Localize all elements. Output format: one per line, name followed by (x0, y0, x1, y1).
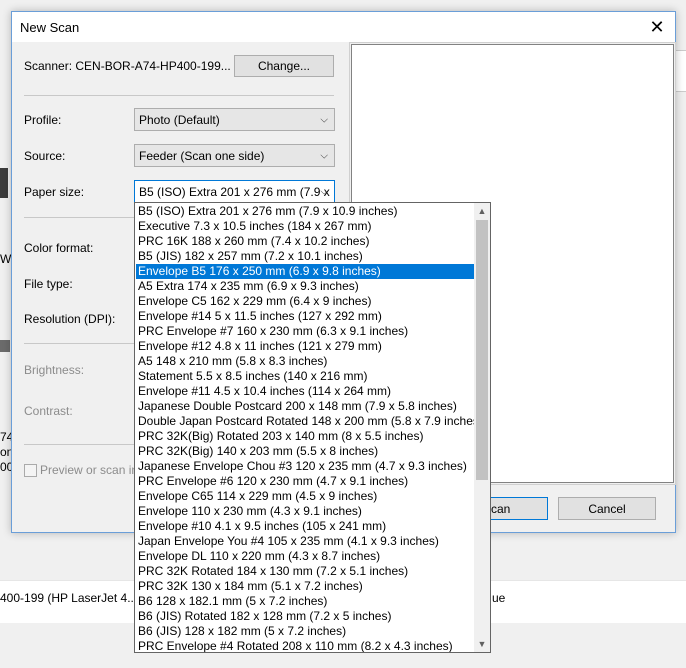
paper-size-option[interactable]: Statement 5.5 x 8.5 inches (140 x 216 mm… (136, 369, 474, 384)
divider (24, 95, 334, 96)
paper-size-option[interactable]: Envelope C65 114 x 229 mm (4.5 x 9 inche… (136, 489, 474, 504)
change-scanner-button[interactable]: Change... (234, 55, 334, 77)
paper-size-option[interactable]: PRC Envelope #4 Rotated 208 x 110 mm (8.… (136, 639, 474, 652)
paper-size-option[interactable]: B6 (JIS) Rotated 182 x 128 mm (7.2 x 5 i… (136, 609, 474, 624)
paper-size-option[interactable]: B5 (ISO) Extra 201 x 276 mm (7.9 x 10.9 … (136, 204, 474, 219)
paper-size-option[interactable]: B6 128 x 182.1 mm (5 x 7.2 inches) (136, 594, 474, 609)
source-value: Feeder (Scan one side) (139, 148, 265, 163)
preview-checkbox[interactable] (24, 464, 37, 477)
paper-size-option[interactable]: B6 (JIS) 128 x 182 mm (5 x 7.2 inches) (136, 624, 474, 639)
scrollbar-thumb[interactable] (476, 220, 488, 480)
close-button[interactable]: ✕ (639, 12, 675, 42)
paper-size-option[interactable]: Envelope C5 162 x 229 mm (6.4 x 9 inches… (136, 294, 474, 309)
paper-size-option[interactable]: PRC 32K Rotated 184 x 130 mm (7.2 x 5.1 … (136, 564, 474, 579)
paper-size-option[interactable]: PRC 32K(Big) Rotated 203 x 140 mm (8 x 5… (136, 429, 474, 444)
source-select[interactable]: Feeder (Scan one side) ⌵ (134, 144, 335, 167)
chevron-down-icon: ⌵ (320, 186, 328, 197)
scroll-down-button[interactable]: ▼ (474, 636, 490, 652)
paper-size-option[interactable]: Japanese Double Postcard 200 x 148 mm (7… (136, 399, 474, 414)
scanner-icon (0, 168, 8, 198)
dialog-titlebar[interactable]: New Scan ✕ (12, 12, 675, 42)
divider (24, 217, 134, 218)
profile-select[interactable]: Photo (Default) ⌵ (134, 108, 335, 131)
contrast-label: Contrast: (24, 404, 73, 418)
scanner-label: Scanner: CEN-BOR-A74-HP400-199... (24, 59, 231, 73)
paper-size-option[interactable]: Envelope #11 4.5 x 10.4 inches (114 x 26… (136, 384, 474, 399)
paper-size-option[interactable]: A5 148 x 210 mm (5.8 x 8.3 inches) (136, 354, 474, 369)
background-status-text: 400-199 (HP LaserJet 4... (0, 591, 138, 605)
paper-size-label: Paper size: (24, 185, 85, 199)
paper-size-dropdown-list[interactable]: B5 (ISO) Extra 201 x 276 mm (7.9 x 10.9 … (134, 202, 491, 653)
paper-size-option[interactable]: A5 Extra 174 x 235 mm (6.9 x 9.3 inches) (136, 279, 474, 294)
chevron-down-icon: ⌵ (320, 150, 328, 161)
source-label: Source: (24, 149, 66, 163)
paper-size-option[interactable]: Envelope #14 5 x 11.5 inches (127 x 292 … (136, 309, 474, 324)
paper-size-option[interactable]: PRC 32K 130 x 184 mm (5.1 x 7.2 inches) (136, 579, 474, 594)
paper-size-option[interactable]: B5 (JIS) 182 x 257 mm (7.2 x 10.1 inches… (136, 249, 474, 264)
paper-size-option-selected[interactable]: Envelope B5 176 x 250 mm (6.9 x 9.8 inch… (136, 264, 474, 279)
paper-size-option[interactable]: Envelope #10 4.1 x 9.5 inches (105 x 241… (136, 519, 474, 534)
paper-size-option[interactable]: Japan Envelope You #4 105 x 235 mm (4.1 … (136, 534, 474, 549)
paper-size-option[interactable]: Envelope DL 110 x 220 mm (4.3 x 8.7 inch… (136, 549, 474, 564)
paper-size-option[interactable]: Double Japan Postcard Rotated 148 x 200 … (136, 414, 483, 429)
chevron-up-icon: ▲ (477, 206, 487, 216)
background-text-snippet: W (0, 252, 12, 266)
cancel-button[interactable]: Cancel (558, 497, 656, 520)
color-format-label: Color format: (24, 241, 94, 255)
chevron-down-icon: ⌵ (320, 114, 328, 125)
paper-size-option[interactable]: Japanese Envelope Chou #3 120 x 235 mm (… (136, 459, 474, 474)
profile-label: Profile: (24, 113, 62, 127)
background-status-right: ue (492, 591, 506, 605)
chevron-down-icon: ▼ (477, 639, 487, 649)
paper-size-option[interactable]: Envelope 110 x 230 mm (4.3 x 9.1 inches) (136, 504, 474, 519)
dropdown-scrollbar[interactable]: ▲ ▼ (474, 203, 490, 652)
paper-size-option[interactable]: PRC Envelope #6 120 x 230 mm (4.7 x 9.1 … (136, 474, 474, 489)
resolution-label: Resolution (DPI): (24, 312, 116, 326)
scroll-up-button[interactable]: ▲ (474, 203, 490, 219)
paper-size-option[interactable]: PRC 32K(Big) 140 x 203 mm (5.5 x 8 inche… (136, 444, 474, 459)
preview-checkbox-label: Preview or scan in (40, 463, 139, 477)
dialog-title: New Scan (20, 20, 80, 35)
paper-size-option[interactable]: Envelope #12 4.8 x 11 inches (121 x 279 … (136, 339, 474, 354)
close-icon: ✕ (649, 16, 665, 37)
profile-value: Photo (Default) (139, 112, 220, 127)
paper-size-option[interactable]: PRC 16K 188 x 260 mm (7.4 x 10.2 inches) (136, 234, 474, 249)
paper-size-select[interactable]: B5 (ISO) Extra 201 x 276 mm (7.9 x ⌵ (134, 180, 335, 203)
device-icon (0, 340, 10, 352)
brightness-label: Brightness: (24, 363, 85, 377)
paper-size-value: B5 (ISO) Extra 201 x 276 mm (7.9 x (139, 184, 330, 199)
divider (24, 343, 134, 344)
paper-size-option[interactable]: PRC Envelope #7 160 x 230 mm (6.3 x 9.1 … (136, 324, 474, 339)
divider (24, 444, 134, 445)
file-type-label: File type: (24, 277, 73, 291)
paper-size-option[interactable]: Executive 7.3 x 10.5 inches (184 x 267 m… (136, 219, 474, 234)
